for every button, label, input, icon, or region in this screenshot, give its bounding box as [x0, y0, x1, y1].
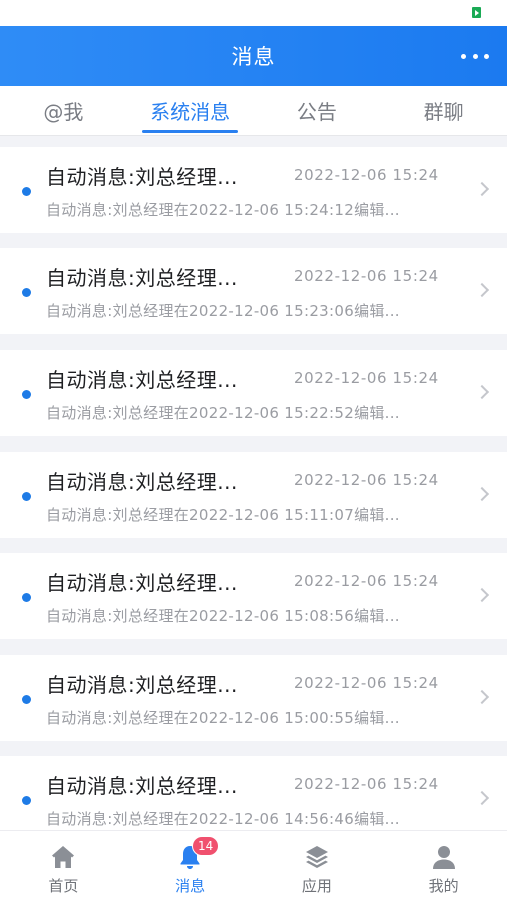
list-item[interactable]: 自动消息:刘总经理... 2022-12-06 15:24 自动消息:刘总经理在… [0, 553, 507, 639]
message-preview: 自动消息:刘总经理在2022-12-06 15:23:06编辑... [46, 302, 400, 320]
status-bar [0, 0, 507, 26]
tab-group-chat[interactable]: 群聊 [380, 86, 507, 135]
unread-dot [22, 288, 31, 297]
chevron-right-icon [474, 384, 490, 400]
nav-profile[interactable]: 我的 [380, 831, 507, 900]
unread-dot [22, 187, 31, 196]
message-preview: 自动消息:刘总经理在2022-12-06 15:11:07编辑... [46, 506, 400, 524]
tab-label: 群聊 [423, 100, 464, 124]
more-dot [484, 53, 489, 59]
chevron-right-icon [474, 587, 490, 603]
unread-dot [22, 695, 31, 704]
message-time: 2022-12-06 15:24 [294, 166, 439, 184]
message-time: 2022-12-06 15:24 [294, 267, 439, 285]
battery-icon [472, 7, 481, 18]
message-title: 自动消息:刘总经理... [46, 673, 238, 697]
nav-label: 我的 [428, 877, 459, 895]
message-title: 自动消息:刘总经理... [46, 266, 238, 290]
message-time: 2022-12-06 15:24 [294, 674, 439, 692]
more-dot [472, 53, 478, 59]
message-preview: 自动消息:刘总经理在2022-12-06 15:08:56编辑... [46, 607, 400, 625]
message-time: 2022-12-06 15:24 [294, 369, 439, 387]
list-item[interactable]: 自动消息:刘总经理... 2022-12-06 15:24 自动消息:刘总经理在… [0, 452, 507, 538]
tab-label: 系统消息 [150, 100, 231, 124]
nav-label: 应用 [301, 877, 332, 895]
tab-underline [142, 130, 239, 133]
message-title: 自动消息:刘总经理... [46, 571, 238, 595]
tab-mentions[interactable]: @我 [0, 86, 127, 135]
list-item[interactable]: 自动消息:刘总经理... 2022-12-06 15:24 自动消息:刘总经理在… [0, 756, 507, 830]
nav-apps[interactable]: 应用 [254, 831, 381, 900]
unread-dot [22, 492, 31, 501]
chevron-right-icon [474, 282, 490, 298]
nav-label: 首页 [48, 877, 79, 895]
user-icon [432, 846, 455, 869]
message-preview: 自动消息:刘总经理在2022-12-06 15:00:55编辑... [46, 709, 400, 727]
tab-label: 公告 [296, 100, 337, 124]
list-item[interactable]: 自动消息:刘总经理... 2022-12-06 15:24 自动消息:刘总经理在… [0, 350, 507, 436]
unread-dot [22, 796, 31, 805]
list-item[interactable]: 自动消息:刘总经理... 2022-12-06 15:24 自动消息:刘总经理在… [0, 248, 507, 334]
layers-icon [305, 846, 328, 868]
message-time: 2022-12-06 15:24 [294, 572, 439, 590]
nav-label: 消息 [175, 877, 206, 895]
message-time: 2022-12-06 15:24 [294, 775, 439, 793]
tab-system-messages[interactable]: 系统消息 [127, 86, 254, 135]
message-tabs: @我 系统消息 公告 群聊 [0, 86, 507, 136]
nav-messages[interactable]: 消息 [127, 831, 254, 900]
chevron-right-icon [474, 181, 490, 197]
list-item[interactable]: 自动消息:刘总经理... 2022-12-06 15:24 自动消息:刘总经理在… [0, 147, 507, 233]
message-title: 自动消息:刘总经理... [46, 368, 238, 392]
more-dots-icon [461, 53, 466, 59]
nav-home[interactable]: 首页 [0, 831, 127, 900]
message-count-badge: 14 [192, 836, 220, 856]
unread-dot [22, 593, 31, 602]
message-title: 自动消息:刘总经理... [46, 470, 238, 494]
home-icon [52, 846, 75, 868]
list-item[interactable]: 自动消息:刘总经理... 2022-12-06 15:24 自动消息:刘总经理在… [0, 655, 507, 741]
message-list[interactable]: 自动消息:刘总经理... 2022-12-06 15:24 自动消息:刘总经理在… [0, 137, 507, 830]
message-preview: 自动消息:刘总经理在2022-12-06 14:56:46编辑... [46, 810, 400, 828]
chevron-right-icon [474, 790, 490, 806]
unread-dot [22, 390, 31, 399]
tab-label: @我 [43, 100, 84, 124]
message-time: 2022-12-06 15:24 [294, 471, 439, 489]
message-title: 自动消息:刘总经理... [46, 774, 238, 798]
message-preview: 自动消息:刘总经理在2022-12-06 15:24:12编辑... [46, 201, 400, 219]
app-header: 消息 [0, 26, 507, 86]
chevron-right-icon [474, 689, 490, 705]
more-options-button[interactable] [461, 44, 489, 68]
chevron-right-icon [474, 486, 490, 502]
message-preview: 自动消息:刘总经理在2022-12-06 15:22:52编辑... [46, 404, 400, 422]
tab-announcements[interactable]: 公告 [254, 86, 381, 135]
bottom-tab-bar: 首页 消息 应用 我的 [0, 830, 507, 900]
page-title: 消息 [231, 45, 276, 69]
message-title: 自动消息:刘总经理... [46, 165, 238, 189]
